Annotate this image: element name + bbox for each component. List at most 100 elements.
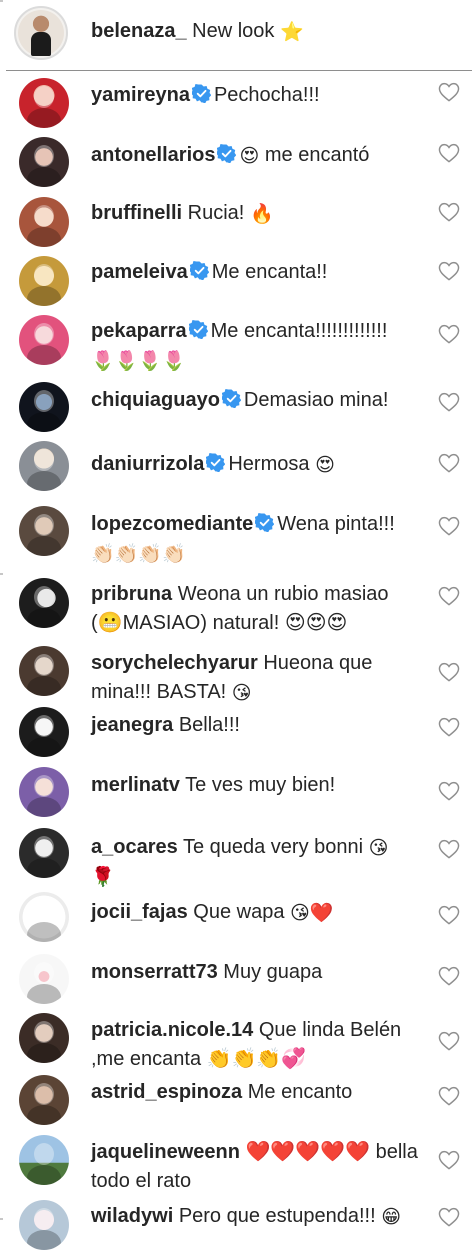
verified-badge-icon xyxy=(216,143,237,164)
comment-emoji: 😘❤️ xyxy=(290,902,334,924)
heart-outline-icon[interactable] xyxy=(438,839,460,859)
comment-text: Muy guapa xyxy=(223,961,323,983)
comment-body: jeanegra Bella!!! xyxy=(91,711,421,740)
comment-body: sorychelechyarur Hueona que mina!!! BAST… xyxy=(91,649,421,707)
heart-outline-icon[interactable] xyxy=(438,966,460,986)
comment-username[interactable]: a_ocares xyxy=(91,836,178,858)
heart-outline-icon[interactable] xyxy=(438,1207,460,1227)
caption-text: belenaza_ New look ⭐ xyxy=(91,17,304,45)
heart-outline-icon[interactable] xyxy=(438,905,460,925)
heart-outline-icon[interactable] xyxy=(438,324,460,344)
heart-outline-icon[interactable] xyxy=(438,662,460,682)
commenter-avatar[interactable] xyxy=(19,506,69,556)
comment-body: jaquelineweenn ❤️❤️❤️❤️❤️ bella todo el … xyxy=(91,1138,421,1196)
comment-emoji: 🔥 xyxy=(249,203,274,225)
comment-text: Me encanta!!!!!!!!!!!!! xyxy=(210,320,388,342)
heart-outline-icon[interactable] xyxy=(438,586,460,606)
comment-body: antonellarios 😍 me encantó xyxy=(91,141,421,170)
commenter-avatar[interactable] xyxy=(19,707,69,757)
heart-outline-icon[interactable] xyxy=(438,143,460,163)
commenter-avatar[interactable] xyxy=(19,197,69,247)
commenter-avatar[interactable] xyxy=(19,828,69,878)
commenter-avatar[interactable] xyxy=(19,1200,69,1250)
comment-text: Me encanto xyxy=(247,1081,353,1103)
caption-username[interactable]: belenaza_ xyxy=(91,20,187,42)
commenter-avatar[interactable] xyxy=(19,1075,69,1125)
commenter-avatar[interactable] xyxy=(19,646,69,696)
heart-outline-icon[interactable] xyxy=(438,82,460,102)
comment-text: Te ves muy bien! xyxy=(185,774,336,796)
comment-body: pameleiva Me encanta!! xyxy=(91,258,421,287)
commenter-avatar[interactable] xyxy=(19,256,69,306)
heart-outline-icon[interactable] xyxy=(438,717,460,737)
comment-emoji: 😘 xyxy=(368,837,389,859)
comment-username[interactable]: merlinatv xyxy=(91,774,180,796)
comment-body: chiquiaguayo Demasiao mina! xyxy=(91,386,421,415)
comment-text: Rucia! xyxy=(187,202,245,224)
star-emoji: ⭐ xyxy=(280,21,304,43)
comment-body: lopezcomediante Wena pinta!!! 👏🏻👏🏻👏🏻👏🏻 xyxy=(91,510,421,568)
commenter-avatar[interactable] xyxy=(19,578,69,628)
commenter-avatar[interactable] xyxy=(19,1135,69,1185)
commenter-avatar[interactable] xyxy=(19,315,69,365)
comment-username[interactable]: wiladywi xyxy=(91,1205,173,1227)
commenter-avatar[interactable] xyxy=(19,137,69,187)
comment-body: yamireyna Pechocha!!! xyxy=(91,81,421,110)
caption-avatar-photo xyxy=(18,10,64,56)
comment-body: monserratt73 Muy guapa xyxy=(91,958,421,987)
comment-username[interactable]: patricia.nicole.14 xyxy=(91,1019,253,1041)
comment-body: astrid_espinoza Me encanto xyxy=(91,1078,421,1107)
heart-outline-icon[interactable] xyxy=(438,1086,460,1106)
comment-username[interactable]: antonellarios xyxy=(91,144,215,166)
comment-username[interactable]: daniurrizola xyxy=(91,453,204,475)
heart-outline-icon[interactable] xyxy=(438,261,460,281)
heart-outline-icon[interactable] xyxy=(438,516,460,536)
commenter-avatar[interactable] xyxy=(19,892,69,942)
heart-outline-icon[interactable] xyxy=(438,781,460,801)
comment-body: merlinatv Te ves muy bien! xyxy=(91,771,421,800)
verified-badge-icon xyxy=(254,512,275,533)
heart-outline-icon[interactable] xyxy=(438,1150,460,1170)
verified-badge-icon xyxy=(187,319,208,340)
comment-username[interactable]: pameleiva xyxy=(91,261,188,283)
commenter-avatar[interactable] xyxy=(19,382,69,432)
heart-outline-icon[interactable] xyxy=(438,453,460,473)
comment-body: patricia.nicole.14 Que linda Belén ,me e… xyxy=(91,1016,421,1074)
commenter-avatar[interactable] xyxy=(19,954,69,1004)
comment-username[interactable]: pribruna xyxy=(91,583,172,605)
comment-username[interactable]: jocii_fajas xyxy=(91,901,188,923)
comment-body: jocii_fajas Que wapa 😘❤️ xyxy=(91,898,421,927)
comment-text: Que wapa xyxy=(193,901,285,923)
heart-outline-icon[interactable] xyxy=(438,392,460,412)
comment-username[interactable]: pekaparra xyxy=(91,320,187,342)
comment-username[interactable]: bruffinelli xyxy=(91,202,182,224)
comment-emoji-line: 🌹 xyxy=(91,866,115,888)
verified-badge-icon xyxy=(205,452,226,473)
comment-emoji: 😘 xyxy=(231,682,252,704)
commenter-avatar[interactable] xyxy=(19,767,69,817)
comment-text: Pero que estupenda!!! xyxy=(178,1205,376,1227)
caption-message: New look xyxy=(192,20,275,42)
heart-outline-icon[interactable] xyxy=(438,202,460,222)
comment-username[interactable]: lopezcomediante xyxy=(91,513,253,535)
comment-username[interactable]: sorychelechyarur xyxy=(91,652,258,674)
heart-outline-icon[interactable] xyxy=(438,1031,460,1051)
commenter-avatar[interactable] xyxy=(19,1013,69,1063)
comment-username[interactable]: jaquelineweenn xyxy=(91,1141,240,1163)
comment-username[interactable]: yamireyna xyxy=(91,84,190,106)
comment-username[interactable]: astrid_espinoza xyxy=(91,1081,242,1103)
comment-text: Pechocha!!! xyxy=(213,84,320,106)
comment-text: Wena pinta!!! xyxy=(277,513,395,535)
caption-avatar[interactable] xyxy=(14,6,68,60)
comment-username[interactable]: monserratt73 xyxy=(91,961,218,983)
comment-emoji: 😍 xyxy=(315,454,335,476)
comment-body: wiladywi Pero que estupenda!!! 😁 xyxy=(91,1202,421,1231)
comment-text: Me encanta!! xyxy=(211,261,328,283)
comment-text: Hermosa xyxy=(228,453,310,475)
commenter-avatar[interactable] xyxy=(19,441,69,491)
comment-body: pribruna Weona un rubio masiao (😬MASIAO)… xyxy=(91,580,421,638)
commenter-avatar[interactable] xyxy=(19,78,69,128)
comment-username[interactable]: chiquiaguayo xyxy=(91,389,220,411)
comment-username[interactable]: jeanegra xyxy=(91,714,173,736)
divider xyxy=(6,70,472,71)
